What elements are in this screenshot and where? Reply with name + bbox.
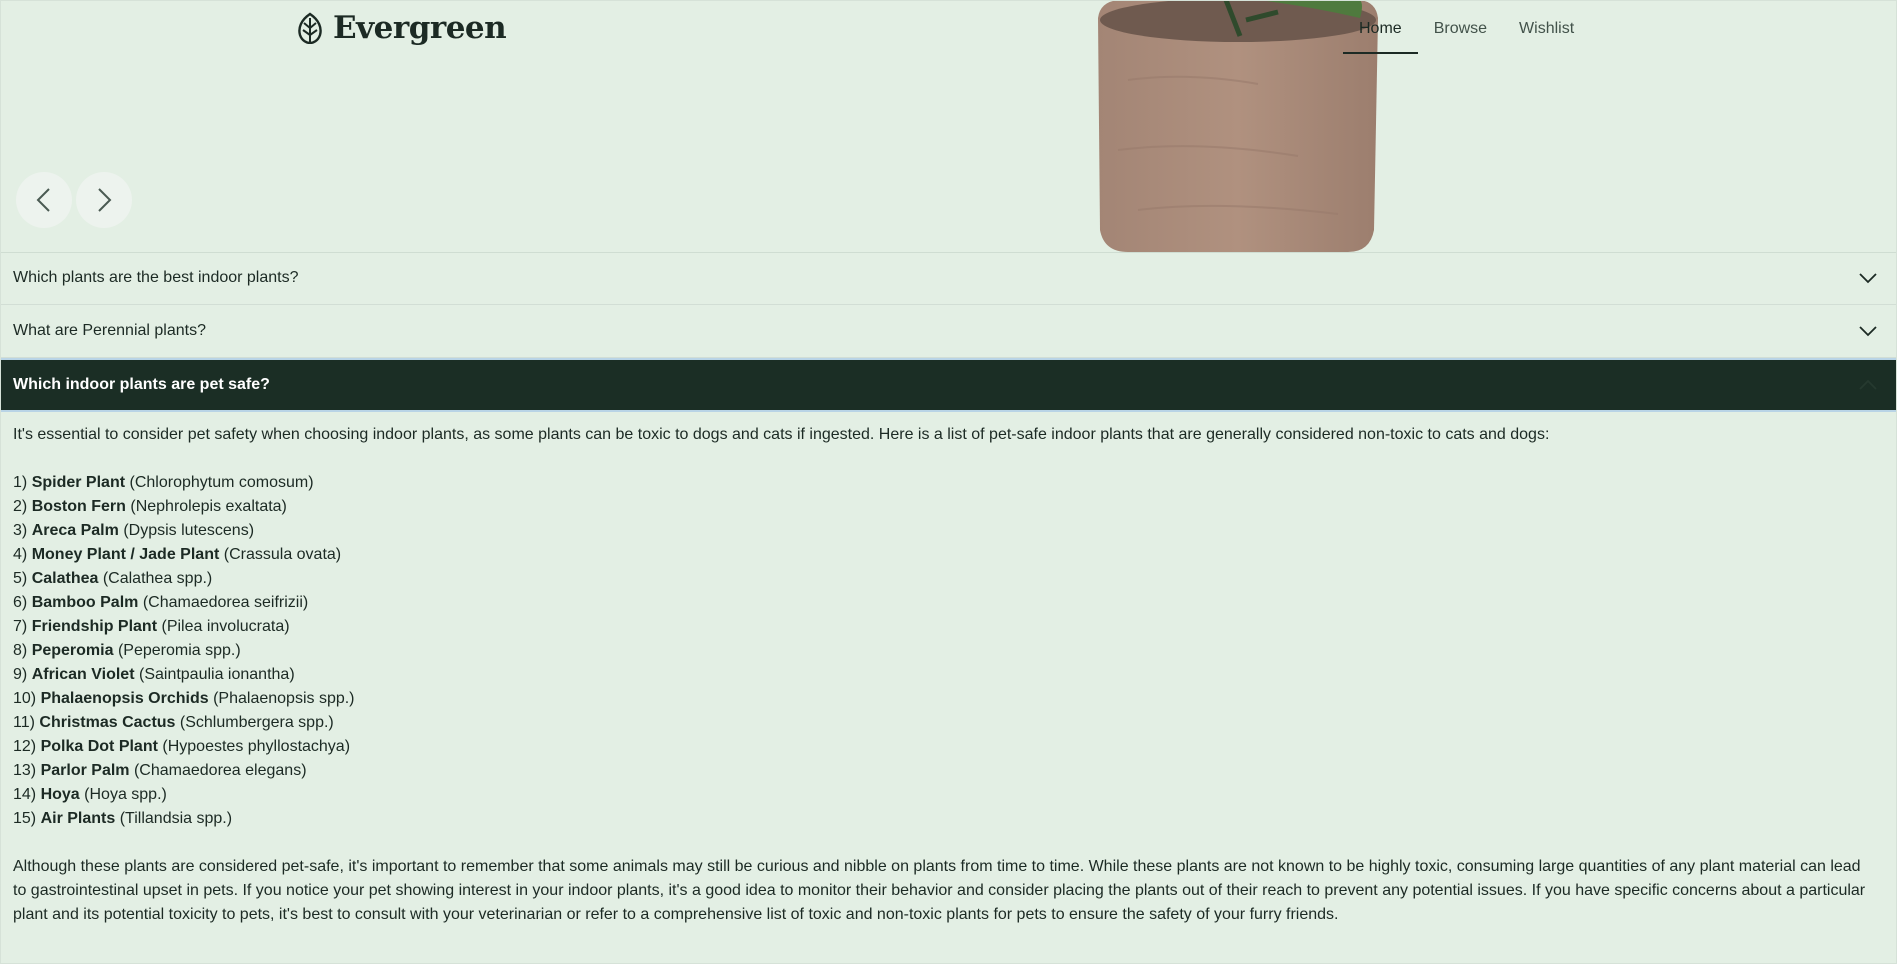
plant-scientific-name: (Pilea involucrata) (161, 618, 290, 635)
list-item: 6) Bamboo Palm (Chamaedorea seifrizii) (13, 591, 1884, 615)
list-item: 5) Calathea (Calathea spp.) (13, 567, 1884, 591)
faq-accordion: Which plants are the best indoor plants?… (0, 252, 1897, 927)
list-item-number: 12) (13, 738, 37, 755)
faq-question-perennial[interactable]: What are Perennial plants? (0, 305, 1897, 358)
list-item-number: 8) (13, 642, 28, 659)
plant-scientific-name: (Nephrolepis exaltata) (130, 498, 287, 515)
plant-common-name: Air Plants (40, 810, 116, 827)
hero-banner: Evergreen Home Browse Wishlist (0, 0, 1897, 253)
answer-intro: It's essential to consider pet safety wh… (13, 426, 1550, 443)
list-item: 13) Parlor Palm (Chamaedorea elegans) (13, 759, 1884, 783)
carousel-next-button[interactable] (76, 172, 132, 228)
list-item-number: 5) (13, 570, 28, 587)
faq-question-text: Which plants are the best indoor plants? (13, 269, 299, 286)
list-item-number: 4) (13, 546, 28, 563)
plant-common-name: Christmas Cactus (39, 714, 176, 731)
plant-scientific-name: (Hoya spp.) (84, 786, 167, 803)
faq-question-text: What are Perennial plants? (13, 322, 206, 339)
plant-scientific-name: (Hypoestes phyllostachya) (162, 738, 351, 755)
leaf-logo-icon (298, 12, 322, 44)
nav-browse[interactable]: Browse (1418, 12, 1503, 54)
plant-scientific-name: (Phalaenopsis spp.) (213, 690, 355, 707)
plant-scientific-name: (Chlorophytum comosum) (129, 474, 314, 491)
list-item: 12) Polka Dot Plant (Hypoestes phyllosta… (13, 735, 1884, 759)
carousel-prev-button[interactable] (16, 172, 72, 228)
plant-scientific-name: (Chamaedorea seifrizii) (142, 594, 309, 611)
list-item: 1) Spider Plant (Chlorophytum comosum) (13, 471, 1884, 495)
list-item-number: 15) (13, 810, 37, 827)
chevron-down-icon (1859, 273, 1877, 284)
list-item-number: 9) (13, 666, 28, 683)
answer-outro: Although these plants are considered pet… (13, 858, 1866, 923)
list-item: 14) Hoya (Hoya spp.) (13, 783, 1884, 807)
plant-scientific-name: (Peperomia spp.) (117, 642, 241, 659)
plant-scientific-name: (Saintpaulia ionantha) (138, 666, 295, 683)
list-item: 10) Phalaenopsis Orchids (Phalaenopsis s… (13, 687, 1884, 711)
chevron-up-icon (1859, 379, 1877, 390)
plant-common-name: Polka Dot Plant (40, 738, 158, 755)
plant-common-name: Hoya (40, 786, 80, 803)
plant-common-name: Calathea (31, 570, 99, 587)
faq-question-pet-safe[interactable]: Which indoor plants are pet safe? (0, 358, 1897, 412)
faq-answer-pet-safe: It's essential to consider pet safety wh… (0, 423, 1897, 927)
list-item-number: 6) (13, 594, 28, 611)
list-item: 11) Christmas Cactus (Schlumbergera spp.… (13, 711, 1884, 735)
plant-common-name: Parlor Palm (40, 762, 130, 779)
faq-question-text: Which indoor plants are pet safe? (13, 376, 270, 393)
plant-scientific-name: (Dypsis lutescens) (123, 522, 255, 539)
nav-wishlist[interactable]: Wishlist (1503, 12, 1590, 54)
list-item-number: 14) (13, 786, 37, 803)
plant-common-name: Boston Fern (31, 498, 126, 515)
plant-common-name: Peperomia (31, 642, 114, 659)
plant-scientific-name: (Chamaedorea elegans) (133, 762, 307, 779)
list-item: 4) Money Plant / Jade Plant (Crassula ov… (13, 543, 1884, 567)
plant-common-name: Money Plant / Jade Plant (31, 546, 220, 563)
chevron-down-icon (1859, 326, 1877, 337)
list-item-number: 7) (13, 618, 28, 635)
faq-question-best-indoor[interactable]: Which plants are the best indoor plants? (0, 252, 1897, 305)
pet-safe-plant-list: 1) Spider Plant (Chlorophytum comosum) 2)… (13, 471, 1884, 831)
plant-common-name: Friendship Plant (31, 618, 158, 635)
brand[interactable]: Evergreen (295, 10, 507, 46)
plant-scientific-name: (Crassula ovata) (223, 546, 342, 563)
list-item-number: 3) (13, 522, 28, 539)
plant-scientific-name: (Calathea spp.) (102, 570, 213, 587)
plant-pot-image (1098, 0, 1378, 252)
list-item: 8) Peperomia (Peperomia spp.) (13, 639, 1884, 663)
list-item-number: 10) (13, 690, 37, 707)
brand-name: Evergreen (333, 10, 507, 46)
list-item: 7) Friendship Plant (Pilea involucrata) (13, 615, 1884, 639)
list-item-number: 1) (13, 474, 28, 491)
plant-scientific-name: (Schlumbergera spp.) (179, 714, 334, 731)
list-item-number: 2) (13, 498, 28, 515)
plant-common-name: Spider Plant (31, 474, 126, 491)
list-item-number: 13) (13, 762, 37, 779)
list-item: 15) Air Plants (Tillandsia spp.) (13, 807, 1884, 831)
plant-common-name: African Violet (31, 666, 135, 683)
plant-common-name: Bamboo Palm (31, 594, 139, 611)
list-item: 2) Boston Fern (Nephrolepis exaltata) (13, 495, 1884, 519)
list-item: 3) Areca Palm (Dypsis lutescens) (13, 519, 1884, 543)
plant-scientific-name: (Tillandsia spp.) (119, 810, 233, 827)
plant-common-name: Phalaenopsis Orchids (40, 690, 209, 707)
plant-common-name: Areca Palm (31, 522, 119, 539)
main-nav: Home Browse Wishlist (1343, 12, 1590, 54)
list-item-number: 11) (13, 714, 35, 731)
chevron-left-icon (36, 188, 50, 212)
list-item: 9) African Violet (Saintpaulia ionantha) (13, 663, 1884, 687)
chevron-right-icon (98, 188, 112, 212)
nav-home[interactable]: Home (1343, 12, 1418, 54)
